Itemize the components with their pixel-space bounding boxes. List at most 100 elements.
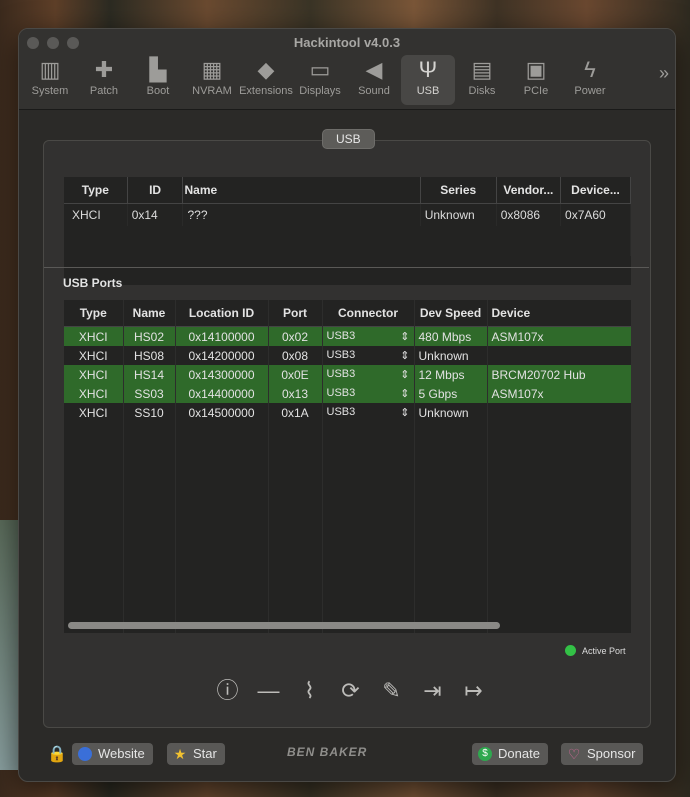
port-row[interactable]: XHCI HS02 0x14100000 0x02 USB3 ⇕ 480 Mbps ASM10… bbox=[64, 326, 631, 346]
controller-cell-type: XHCI bbox=[64, 203, 128, 226]
port-cell-speed: 5 Gbps bbox=[414, 384, 488, 403]
toolbar-item-label: Disks bbox=[468, 85, 496, 97]
port-cell-name: SS10 bbox=[123, 403, 176, 422]
port-cell-type: XHCI bbox=[64, 365, 124, 384]
toolbar-item-power[interactable]: ϟ Power bbox=[563, 55, 617, 105]
computer-icon: ▥ bbox=[39, 57, 61, 82]
column-header[interactable]: Series bbox=[420, 177, 497, 204]
port-row[interactable]: XHCI SS10 0x14500000 0x1A USB3 ⇕ Unknown bbox=[64, 403, 631, 422]
column-header[interactable]: Dev Speed bbox=[414, 300, 488, 327]
sponsor-button[interactable]: ♡ Sponsor bbox=[561, 743, 644, 765]
port-row[interactable]: XHCI HS08 0x14200000 0x08 USB3 ⇕ Unknown bbox=[64, 346, 631, 365]
website-button[interactable]: Website bbox=[72, 743, 153, 765]
connector-select[interactable]: USB3 ⇕ bbox=[327, 368, 410, 381]
memory-icon: ▦ bbox=[201, 57, 223, 82]
window-title: Hackintool v4.0.3 bbox=[293, 35, 401, 50]
toolbar-item-extensions[interactable]: ◆ Extensions bbox=[239, 55, 293, 105]
syringe-icon[interactable]: ✎ bbox=[371, 676, 412, 706]
column-divider bbox=[414, 300, 415, 633]
lock-icon[interactable]: 🔒 bbox=[47, 744, 67, 764]
port-cell-type: XHCI bbox=[64, 403, 124, 422]
controller-cell-series: Unknown bbox=[420, 203, 497, 226]
column-header[interactable]: Location ID bbox=[175, 300, 269, 327]
connector-select[interactable]: USB3 ⇕ bbox=[327, 330, 410, 343]
ben-baker-logo: BEN BAKER bbox=[287, 745, 368, 759]
updown-chevron-icon: ⇕ bbox=[400, 331, 410, 343]
import-icon[interactable]: ⇥ bbox=[412, 676, 453, 706]
toolbar-item-label: Power bbox=[574, 85, 606, 97]
port-cell-location: 0x14200000 bbox=[175, 346, 269, 365]
port-cell-device: ASM107x bbox=[487, 384, 631, 403]
info-icon[interactable]: ⓘ bbox=[207, 676, 248, 706]
column-header[interactable]: Device bbox=[487, 300, 631, 327]
donate-button[interactable]: $ Donate bbox=[472, 743, 548, 765]
port-cell-connector[interactable]: USB3 ⇕ bbox=[322, 346, 415, 365]
toolbar-item-label: Patch bbox=[89, 85, 119, 97]
divider bbox=[44, 267, 649, 268]
bandage-icon: ✚ bbox=[94, 57, 114, 82]
toolbar-item-label: Extensions bbox=[239, 85, 293, 97]
refresh-icon[interactable]: ⟳ bbox=[330, 676, 371, 706]
connector-select[interactable]: USB3 ⇕ bbox=[327, 349, 410, 362]
connector-value: USB3 bbox=[326, 330, 356, 342]
port-cell-connector[interactable]: USB3 ⇕ bbox=[322, 365, 415, 384]
remove-icon[interactable]: — bbox=[248, 676, 289, 706]
broom-icon[interactable]: ⌇ bbox=[289, 676, 330, 706]
port-cell-device: ASM107x bbox=[487, 326, 631, 346]
export-icon[interactable]: ↦ bbox=[453, 676, 494, 706]
toolbar-item-displays[interactable]: ▭ Displays bbox=[293, 55, 347, 105]
port-cell-connector[interactable]: USB3 ⇕ bbox=[322, 384, 415, 403]
column-header[interactable]: Connector bbox=[322, 300, 415, 327]
toolbar-overflow-icon[interactable]: » bbox=[659, 63, 669, 84]
column-header[interactable]: Device... bbox=[560, 177, 631, 204]
port-cell-location: 0x14400000 bbox=[175, 384, 269, 403]
column-header[interactable]: Name bbox=[123, 300, 176, 327]
port-cell-device: BRCM20702 Hub bbox=[487, 365, 631, 384]
port-cell-connector[interactable]: USB3 ⇕ bbox=[322, 326, 415, 346]
connector-select[interactable]: USB3 ⇕ bbox=[327, 387, 410, 400]
toolbar-item-patch[interactable]: ✚ Patch bbox=[77, 55, 131, 105]
column-header[interactable]: Type bbox=[64, 177, 128, 204]
connector-value: USB3 bbox=[326, 406, 356, 418]
port-cell-type: XHCI bbox=[64, 384, 124, 403]
dollar-icon: $ bbox=[478, 747, 492, 761]
toolbar-item-usb[interactable]: Ψ USB bbox=[401, 55, 455, 105]
toolbar: ▥ System ✚ Patch ▙ Boot ▦ NVRAM ◆ Extensions ▭ Disp… bbox=[23, 55, 617, 107]
port-cell-port: 0x08 bbox=[268, 346, 323, 365]
disk-icon: ▤ bbox=[471, 57, 493, 82]
port-cell-device bbox=[487, 346, 631, 365]
port-cell-speed: 12 Mbps bbox=[414, 365, 488, 384]
column-divider bbox=[123, 300, 124, 633]
toolbar-item-sound[interactable]: ◀ Sound bbox=[347, 55, 401, 105]
star-button[interactable]: ★ Star bbox=[167, 743, 225, 765]
section-title: USB bbox=[322, 129, 375, 149]
column-header[interactable]: Name bbox=[182, 177, 421, 204]
toolbar-item-disks[interactable]: ▤ Disks bbox=[455, 55, 509, 105]
port-row[interactable]: XHCI HS14 0x14300000 0x0E USB3 ⇕ 12 Mbps BRCM20… bbox=[64, 365, 631, 384]
toolbar-item-nvram[interactable]: ▦ NVRAM bbox=[185, 55, 239, 105]
column-header[interactable]: Type bbox=[64, 300, 124, 327]
column-header[interactable]: Port bbox=[268, 300, 323, 327]
toolbar-item-pcie[interactable]: ▣ PCIe bbox=[509, 55, 563, 105]
port-row[interactable]: XHCI SS03 0x14400000 0x13 USB3 ⇕ 5 Gbps ASM107x bbox=[64, 384, 631, 403]
column-header[interactable]: ID bbox=[127, 177, 184, 204]
pcie-card-icon: ▣ bbox=[525, 57, 547, 82]
toolbar-item-system[interactable]: ▥ System bbox=[23, 55, 77, 105]
toolbar-item-label: System bbox=[31, 85, 69, 97]
globe-icon bbox=[78, 747, 92, 761]
power-bolt-icon: ϟ bbox=[584, 57, 596, 82]
column-header[interactable]: Vendor... bbox=[496, 177, 562, 204]
toolbar-item-boot[interactable]: ▙ Boot bbox=[131, 55, 185, 105]
connector-value: USB3 bbox=[326, 387, 356, 399]
connector-select[interactable]: USB3 ⇕ bbox=[327, 406, 410, 419]
port-cell-port: 0x0E bbox=[268, 365, 323, 384]
boot-icon: ▙ bbox=[149, 57, 167, 82]
app-window: Hackintool v4.0.3 ▥ System ✚ Patch ▙ Boot ▦ NVR… bbox=[18, 28, 676, 782]
port-cell-connector[interactable]: USB3 ⇕ bbox=[322, 403, 415, 422]
toolbar-item-label: Displays bbox=[299, 85, 341, 97]
controller-row[interactable]: XHCI 0x14??? Unknown 0x8086 0x7A60 bbox=[64, 203, 631, 226]
port-cell-speed: Unknown bbox=[414, 403, 488, 422]
horizontal-scrollbar[interactable] bbox=[68, 622, 500, 629]
action-bar: ⓘ — ⌇ ⟳ ✎ ⇥ ↦ bbox=[207, 676, 494, 706]
toolbar-item-label: PCIe bbox=[523, 85, 549, 97]
